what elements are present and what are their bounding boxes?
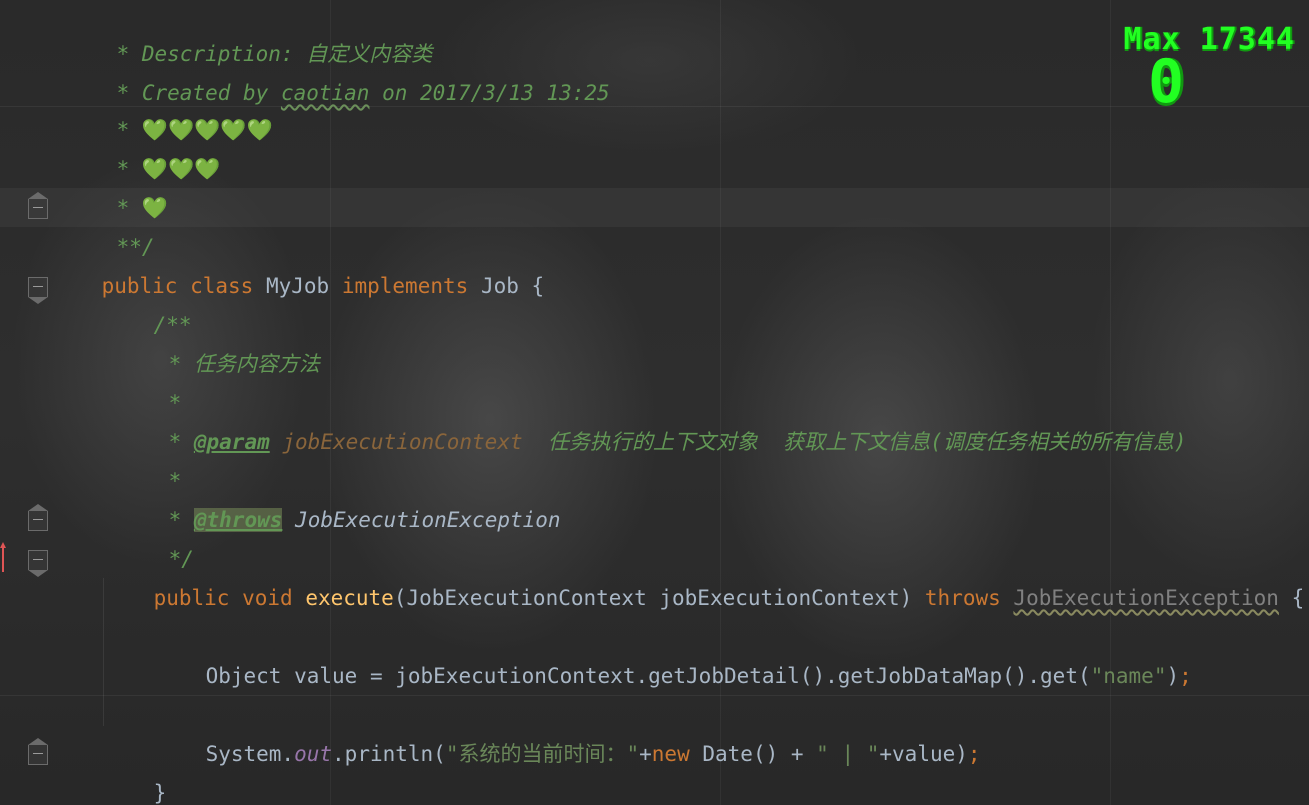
string-literal: " | " (816, 742, 880, 766)
code-line: } (0, 735, 167, 805)
semicolon: ; (967, 742, 981, 766)
code-editor[interactable]: * Description: 自定义内容类 * Created by caoti… (0, 0, 1309, 805)
exception-type: JobExecutionException (1013, 586, 1279, 610)
code-line: **/ (0, 189, 155, 259)
class-name: MyJob (265, 274, 330, 298)
paren: ) (1166, 664, 1180, 688)
brace: } (153, 781, 167, 805)
javadoc-param-tag: @param (193, 430, 270, 454)
javadoc-throws-type: JobExecutionException (295, 508, 561, 532)
keyword: implements (341, 274, 469, 298)
keyword: class (190, 274, 254, 298)
code-line: public class MyJob implements Job { (0, 228, 545, 298)
param-name: jobExecutionContext (659, 586, 900, 610)
code-line: public void execute(JobExecutionContext … (0, 540, 1305, 610)
code-line: Object value = jobExecutionContext.getJo… (0, 618, 1192, 688)
string-literal: "系统的当前时间：" (445, 742, 640, 766)
javadoc-throws-tag: @throws (193, 508, 283, 532)
code-line: } (0, 774, 114, 805)
code-line: * (0, 345, 182, 415)
code-line: * Description: 自定义内容类 (0, 0, 433, 66)
javadoc-param-description: 任务执行的上下文对象 获取上下文信息(调度任务相关的所有信息) (522, 430, 1187, 454)
keyword: void (242, 586, 293, 610)
code-line: /** (0, 267, 192, 337)
code-text: .println( (332, 742, 446, 766)
caret-row-highlight (0, 188, 1309, 227)
keyword: throws (924, 586, 1001, 610)
brace: { (1291, 586, 1305, 610)
type-name: Object (205, 664, 282, 688)
semicolon: ; (1179, 664, 1192, 688)
method-name: execute (305, 586, 394, 610)
code-line: System.out.println("系统的当前时间："+new Date()… (0, 696, 981, 766)
code-line: * 💚 (0, 150, 168, 220)
code-text: +value) (879, 742, 968, 766)
code-line: * Created by caotian on 2017/3/13 13:25 (0, 35, 610, 105)
code-line: * @throws JobExecutionException (0, 462, 561, 532)
code-line: * @param jobExecutionContext 任务执行的上下文对象 … (0, 384, 1187, 454)
static-field: out (294, 742, 333, 766)
paren: ( (393, 586, 407, 610)
interface-name: Job (480, 274, 519, 298)
keyword: new (651, 742, 690, 766)
doc-comment: 任务内容方法 (193, 352, 320, 376)
author-name: caotian (280, 81, 370, 105)
operator: + (639, 742, 652, 766)
paren: ) (899, 586, 913, 610)
code-line: * 💚💚💚💚💚 (0, 72, 273, 142)
combo-counter: 0 (1148, 47, 1185, 117)
code-line: */ (0, 501, 194, 571)
code-text: value = jobExecutionContext.getJobDetail… (294, 664, 1091, 688)
code-line: * 💚💚💚 (0, 111, 221, 181)
keyword: public (153, 586, 230, 610)
code-text: System. (205, 742, 295, 766)
code-line: * (0, 423, 182, 493)
code-text: Date() + (702, 742, 817, 766)
doc-comment: on 2017/3/13 13:25 (369, 81, 610, 105)
param-type: JobExecutionContext (406, 586, 647, 610)
string-literal: "name" (1090, 664, 1167, 688)
javadoc-param-name: jobExecutionContext (282, 430, 523, 454)
code-line: * 任务内容方法 (0, 306, 320, 376)
brace: { (531, 274, 545, 298)
